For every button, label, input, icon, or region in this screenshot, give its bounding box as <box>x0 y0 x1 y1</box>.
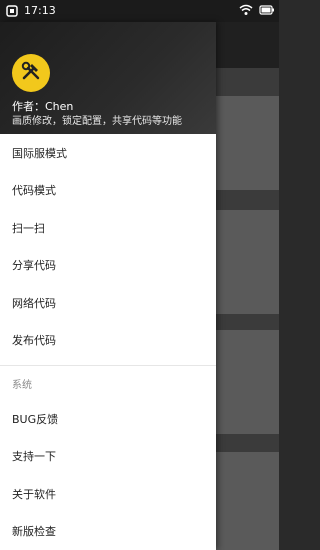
notification-icon <box>6 4 20 17</box>
section-title-system: 系统 <box>12 379 32 391</box>
dimmed-card <box>214 96 279 190</box>
drawer-menu: 国际服模式 代码模式 扫一扫 分享代码 网络代码 发布代码 系统 BUG反馈 支… <box>0 134 216 550</box>
avatar <box>12 54 50 92</box>
menu-item-code-mode[interactable]: 代码模式 <box>0 172 216 210</box>
menu-item-network-code[interactable]: 网络代码 <box>0 284 216 322</box>
status-time: 17:13 <box>24 4 56 17</box>
menu-item-publish-code[interactable]: 发布代码 <box>0 322 216 360</box>
status-right <box>239 4 274 16</box>
dimmed-card <box>214 330 279 434</box>
menu-item-label: 发布代码 <box>12 334 56 348</box>
dimmed-card <box>214 452 279 550</box>
menu-item-label: 网络代码 <box>12 296 56 310</box>
menu-item-label: 代码模式 <box>12 184 56 198</box>
navigation-drawer: 作者：Chen 画质修改，锁定配置，共享代码等功能 国际服模式 代码模式 扫一扫… <box>0 22 216 550</box>
drawer-header: 作者：Chen 画质修改，锁定配置，共享代码等功能 <box>0 22 216 134</box>
dimmed-card <box>214 210 279 314</box>
status-bar: 17:13 <box>0 0 279 22</box>
menu-item-label: 分享代码 <box>12 259 56 273</box>
menu-item-international-mode[interactable]: 国际服模式 <box>0 134 216 172</box>
status-left: 17:13 <box>6 4 56 17</box>
menu-item-label: 新版检查 <box>12 525 56 539</box>
menu-item-share-code[interactable]: 分享代码 <box>0 247 216 285</box>
menu-item-scan[interactable]: 扫一扫 <box>0 209 216 247</box>
app-description: 画质修改，锁定配置，共享代码等功能 <box>12 116 182 127</box>
menu-item-label: 支持一下 <box>12 450 56 464</box>
menu-item-support[interactable]: 支持一下 <box>0 438 216 476</box>
menu-item-check-update[interactable]: 新版检查 <box>0 513 216 550</box>
menu-item-label: 扫一扫 <box>12 221 45 235</box>
tools-icon <box>19 59 43 87</box>
battery-icon <box>259 4 274 16</box>
menu-item-label: 关于软件 <box>12 487 56 501</box>
wifi-icon <box>239 4 253 16</box>
menu-item-label: BUG反馈 <box>12 412 59 426</box>
menu-item-about[interactable]: 关于软件 <box>0 475 216 513</box>
menu-item-bug-feedback[interactable]: BUG反馈 <box>0 400 216 438</box>
menu-item-label: 国际服模式 <box>12 146 67 160</box>
